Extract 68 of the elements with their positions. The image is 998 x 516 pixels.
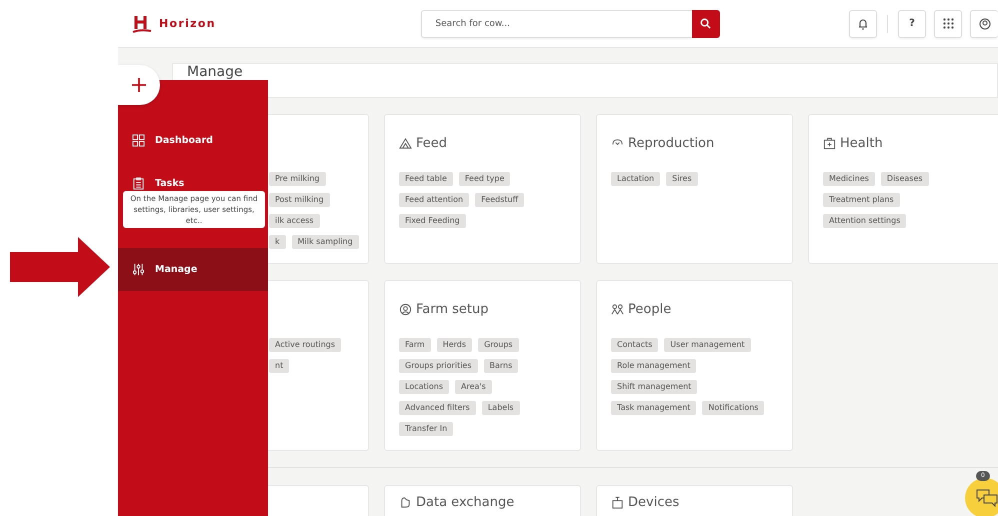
notifications-button[interactable]	[849, 10, 877, 38]
logo-text: Horizon	[159, 17, 216, 30]
page-title: Manage	[187, 64, 243, 79]
category-link[interactable]: Feed attention	[399, 193, 470, 207]
category-link[interactable]: Lactation	[611, 172, 660, 186]
card-title: Feed	[416, 136, 448, 150]
category-link[interactable]: Feedstuff	[475, 193, 524, 207]
bell-icon	[858, 18, 868, 30]
category-link[interactable]: Shift management	[611, 380, 698, 394]
card-title: Reproduction	[628, 136, 714, 150]
search-button[interactable]	[692, 10, 720, 38]
apps-button[interactable]	[934, 10, 962, 38]
card-title: People	[628, 302, 672, 316]
category-link[interactable]: Milk sampling	[292, 235, 359, 249]
category-link[interactable]: Treatment plans	[823, 193, 900, 207]
account-button[interactable]	[970, 10, 998, 38]
category-link[interactable]: Role management	[611, 359, 696, 373]
help-chat-button[interactable]	[965, 478, 998, 516]
search-field[interactable]: Search for cow...	[421, 10, 692, 38]
grid-icon	[942, 18, 954, 29]
plus-icon	[131, 77, 147, 93]
category-link[interactable]: Locations	[399, 380, 450, 394]
add-button[interactable]	[118, 65, 160, 105]
nav-item[interactable]: Manage	[118, 248, 268, 291]
category-link[interactable]: Post milking	[269, 193, 330, 207]
category-link[interactable]: Groups	[478, 338, 519, 352]
category-link[interactable]: Barns	[484, 359, 518, 373]
category-link[interactable]: nt	[269, 359, 290, 373]
category-link[interactable]: Groups priorities	[399, 359, 478, 373]
category-link[interactable]: Advanced filters	[399, 401, 476, 415]
category-link[interactable]: Contacts	[611, 338, 658, 352]
category-link[interactable]: User management	[664, 338, 751, 352]
dashboard-icon	[132, 134, 145, 147]
logo-icon	[132, 14, 152, 34]
category-link[interactable]: Feed type	[458, 172, 510, 186]
user-circle-icon	[399, 302, 412, 316]
category-link[interactable]: Feed table	[399, 172, 453, 186]
category-link[interactable]: Diseases	[880, 172, 929, 186]
category-link[interactable]: Medicines	[823, 172, 875, 186]
device-icon	[611, 496, 624, 508]
people-icon	[611, 302, 624, 316]
category-link[interactable]: Area's	[455, 380, 492, 394]
first-aid-kit-icon	[823, 136, 836, 150]
category-link[interactable]: Fixed Feeding	[399, 214, 466, 228]
help-button[interactable]: ?	[898, 10, 926, 38]
category-link[interactable]: Herds	[436, 338, 472, 352]
search-icon	[700, 18, 712, 29]
category-link[interactable]: Attention settings	[823, 214, 906, 228]
clipboard-icon	[132, 177, 145, 190]
category-link[interactable]: k	[269, 235, 286, 249]
user-icon	[978, 18, 990, 30]
card-title: Data exchange	[416, 494, 514, 510]
category-link[interactable]: Sires	[666, 172, 698, 186]
category-link[interactable]: Task management	[611, 401, 696, 415]
card-title: Devices	[628, 494, 680, 510]
category-link[interactable]: Labels	[482, 401, 520, 415]
category-link[interactable]: Notifications	[702, 401, 764, 415]
category-link[interactable]: Transfer In	[399, 422, 454, 436]
category-link[interactable]: Farm	[399, 338, 431, 352]
category-link[interactable]: Pre milking	[269, 172, 326, 186]
card-title: Farm setup	[416, 302, 489, 316]
category-link[interactable]: Active routings	[269, 338, 342, 352]
triangle-icon	[399, 136, 412, 150]
sliders-icon	[132, 263, 145, 276]
nav-item[interactable]: Dashboard	[118, 119, 268, 162]
card-title: Health	[840, 136, 883, 150]
chat-bubbles-icon	[976, 489, 998, 507]
category-link[interactable]: ilk access	[269, 214, 320, 228]
